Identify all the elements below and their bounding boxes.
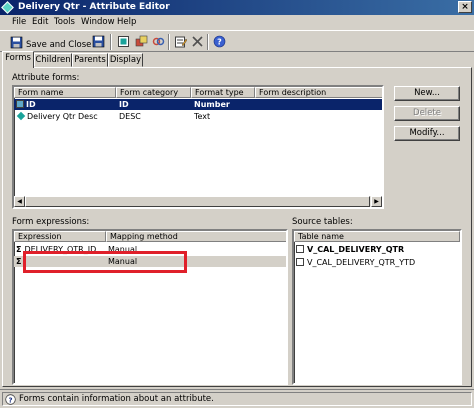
table-name-cell: V_CAL_DELIVERY_QTR xyxy=(296,244,404,255)
save-and-close-button[interactable]: Save and Close xyxy=(10,34,91,50)
toolbar-separator xyxy=(168,34,170,50)
table-row[interactable]: Delivery Qtr Desc DESC Text xyxy=(14,111,382,122)
form-id-icon xyxy=(16,100,24,108)
save-and-close-label: Save and Close xyxy=(26,40,92,50)
table-row[interactable]: V_CAL_DELIVERY_QTR xyxy=(294,244,460,255)
attribute-forms-label: Attribute forms: xyxy=(12,73,80,83)
modify-button[interactable]: Modify... xyxy=(394,126,460,141)
table-checkbox[interactable] xyxy=(296,245,304,253)
attribute-forms-list[interactable]: Form name Form category Format type Form… xyxy=(12,85,384,209)
attribute-icon[interactable] xyxy=(135,35,148,48)
svg-text:?: ? xyxy=(217,38,222,47)
column-form-category[interactable]: Form category xyxy=(116,87,191,98)
tab-display[interactable]: Display xyxy=(108,53,143,67)
menu-bar: File Edit Tools Window Help xyxy=(0,15,474,29)
form-name: Delivery Qtr Desc xyxy=(27,112,98,121)
close-button[interactable]: × xyxy=(458,1,472,13)
form-category: ID xyxy=(119,100,129,109)
delete-button[interactable]: Delete xyxy=(394,106,460,121)
expression-icon: Σ xyxy=(16,245,22,254)
form-desc-icon xyxy=(16,111,26,121)
attribute-diamond-icon xyxy=(1,1,14,14)
column-form-name[interactable]: Form name xyxy=(14,87,116,98)
highlight-box xyxy=(23,251,187,273)
table-name-cell: V_CAL_DELIVERY_QTR_YTD xyxy=(296,257,415,268)
status-bar: ? Forms contain information about an att… xyxy=(0,389,474,408)
help-icon[interactable]: ? xyxy=(213,35,226,48)
properties-icon[interactable] xyxy=(174,35,187,48)
form-category: DESC xyxy=(119,112,141,121)
help-icon: ? xyxy=(5,394,16,405)
horizontal-scrollbar[interactable]: ◀ ▶ xyxy=(14,196,382,207)
column-format-type[interactable]: Format type xyxy=(191,87,255,98)
table-row[interactable]: ID ID Number xyxy=(14,99,382,110)
status-panel: ? Forms contain information about an att… xyxy=(2,392,472,406)
title-bar: Delivery Qtr - Attribute Editor × xyxy=(0,0,474,15)
menu-help[interactable]: Help xyxy=(117,17,136,27)
scroll-right-icon[interactable]: ▶ xyxy=(371,196,382,207)
menu-window[interactable]: Window xyxy=(81,17,115,27)
toolbar-separator xyxy=(207,34,209,50)
menu-edit[interactable]: Edit xyxy=(32,17,48,27)
menu-file[interactable]: File xyxy=(12,17,26,27)
format-type: Number xyxy=(194,100,230,109)
status-text: Forms contain information about an attri… xyxy=(19,394,214,404)
expression-icon: Σ xyxy=(16,257,22,266)
table-name: V_CAL_DELIVERY_QTR_YTD xyxy=(307,258,416,267)
toolbar: Save and Close ? xyxy=(0,30,474,52)
form-name-cell: Delivery Qtr Desc xyxy=(16,111,98,122)
source-tables-list[interactable]: Table name V_CAL_DELIVERY_QTR V_CAL_DELI… xyxy=(292,229,462,385)
menu-tools[interactable]: Tools xyxy=(54,17,75,27)
column-form-description[interactable]: Form description xyxy=(255,87,382,98)
scroll-thumb[interactable] xyxy=(25,196,370,207)
scroll-left-icon[interactable]: ◀ xyxy=(14,196,25,207)
save-icon[interactable] xyxy=(92,35,105,48)
tab-parents[interactable]: Parents xyxy=(72,53,108,67)
svg-text:?: ? xyxy=(8,397,12,405)
tab-children[interactable]: Children xyxy=(34,53,72,67)
new-button[interactable]: New... xyxy=(394,86,460,101)
tab-forms[interactable]: Forms xyxy=(2,51,34,68)
table-checkbox[interactable] xyxy=(296,258,304,266)
format-type: Text xyxy=(194,112,211,121)
link-icon[interactable] xyxy=(152,35,165,48)
table-name: V_CAL_DELIVERY_QTR xyxy=(307,245,405,254)
column-table-name[interactable]: Table name xyxy=(294,231,460,242)
source-tables-header: Table name xyxy=(294,231,460,242)
toolbar-separator xyxy=(110,34,112,50)
column-mapping-method[interactable]: Mapping method xyxy=(106,231,286,242)
new-form-icon[interactable] xyxy=(117,35,130,48)
table-row[interactable]: V_CAL_DELIVERY_QTR_YTD xyxy=(294,257,460,268)
save-close-icon xyxy=(10,36,23,49)
column-expression[interactable]: Expression xyxy=(14,231,106,242)
form-name-cell: ID xyxy=(16,99,36,110)
delete-icon[interactable] xyxy=(191,35,204,48)
form-expressions-header: Expression Mapping method xyxy=(14,231,286,242)
form-name: ID xyxy=(26,100,36,109)
source-tables-label: Source tables: xyxy=(292,217,353,227)
form-expressions-label: Form expressions: xyxy=(12,217,90,227)
attribute-forms-header: Form name Form category Format type Form… xyxy=(14,87,382,98)
window-title: Delivery Qtr - Attribute Editor xyxy=(18,2,170,12)
